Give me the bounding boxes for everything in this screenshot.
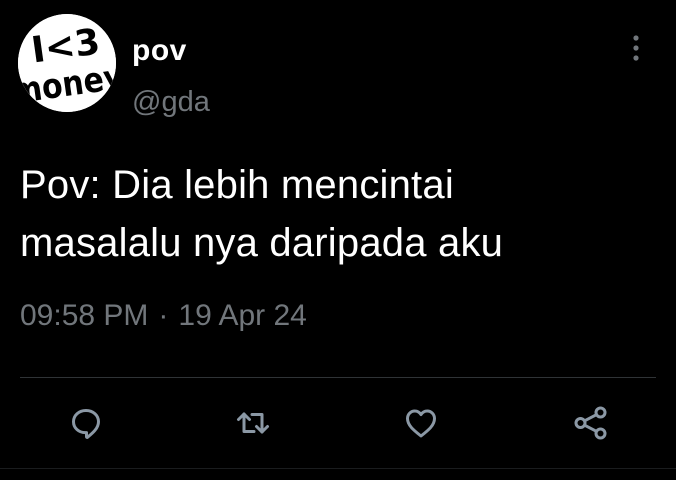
share-button[interactable] — [568, 400, 614, 446]
tweet: I<3 money pov @gda Pov: Dia lebih mencin… — [0, 0, 676, 480]
like-icon — [406, 409, 436, 438]
meta-separator: · — [158, 299, 169, 332]
share-icon — [574, 406, 607, 440]
reply-icon — [72, 409, 100, 439]
display-name[interactable]: pov — [132, 36, 187, 66]
like-button[interactable] — [398, 400, 444, 446]
tweet-text-line-1: Pov: Dia lebih mencintai — [20, 163, 454, 207]
tweet-date[interactable]: 19 Apr 24 — [178, 299, 306, 332]
more-vertical-icon — [633, 35, 639, 61]
avatar-image: I<3 money — [18, 14, 116, 112]
more-options-button[interactable] — [618, 28, 654, 68]
bottom-divider — [0, 468, 676, 469]
action-bar — [0, 400, 676, 446]
retweet-icon — [237, 412, 269, 434]
tweet-text: Pov: Dia lebih mencintai masalalu nya dar… — [20, 156, 660, 272]
tweet-text-line-2: masalalu nya daripada aku — [20, 221, 504, 265]
reply-button[interactable] — [63, 400, 109, 446]
retweet-button[interactable] — [230, 400, 276, 446]
tweet-time[interactable]: 09:58 PM — [20, 299, 148, 332]
divider — [20, 377, 656, 378]
tweet-meta: 09:58 PM · 19 Apr 24 — [20, 301, 307, 331]
user-handle[interactable]: @gda — [132, 88, 210, 117]
avatar[interactable]: I<3 money — [18, 14, 116, 112]
